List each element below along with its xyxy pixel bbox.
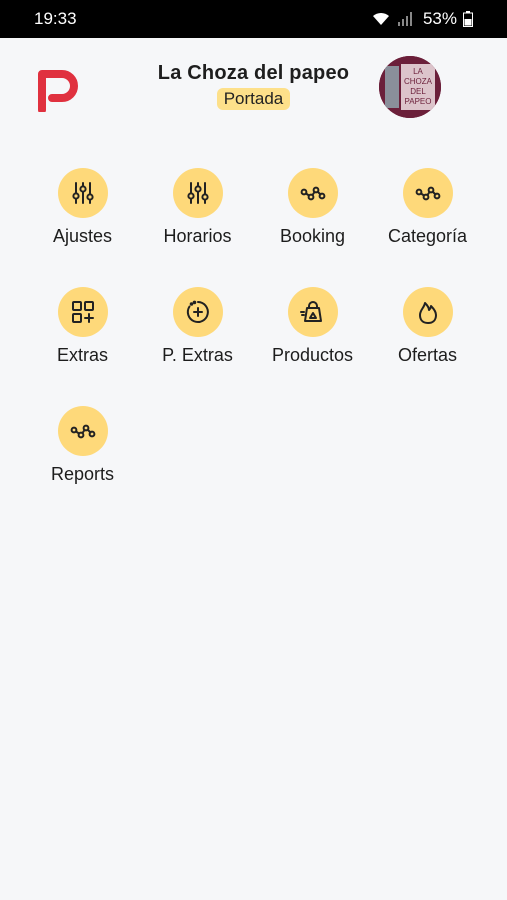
avatar-text-3: DEL xyxy=(410,87,426,96)
sliders-icon xyxy=(186,182,209,204)
menu-icon-bg xyxy=(57,168,108,218)
menu-icon-bg xyxy=(402,168,453,218)
menu-icon-bg xyxy=(172,168,223,218)
menu-label: P. Extras xyxy=(162,345,233,365)
menu-label: Categoría xyxy=(387,226,468,246)
menu-icon-bg xyxy=(57,406,108,456)
menu-label: Extras xyxy=(56,345,108,365)
nodes-icon xyxy=(300,186,325,201)
flame-icon xyxy=(418,302,437,324)
nodes-icon xyxy=(70,424,95,439)
nodes-icon xyxy=(415,186,440,201)
menu-item-reports[interactable]: Reports xyxy=(25,406,140,525)
menu-icon-bg xyxy=(57,287,108,337)
avatar-text-2: CHOZA xyxy=(404,77,433,86)
menu-label: Horarios xyxy=(163,226,232,246)
menu-icon-bg xyxy=(287,168,338,218)
menu-item-extras[interactable]: Extras xyxy=(25,287,140,406)
status-icons: 53% xyxy=(371,9,473,29)
circle-plus-icon xyxy=(186,300,209,323)
avatar-image: LA CHOZA DEL PAPEO xyxy=(379,56,441,118)
sliders-icon xyxy=(71,182,94,204)
status-time: 19:33 xyxy=(34,9,77,28)
menu-label: Productos xyxy=(271,345,354,365)
battery-icon xyxy=(463,11,473,27)
menu-icon-bg xyxy=(172,287,223,337)
menu-label: Reports xyxy=(50,464,115,484)
page-title: La Choza del papeo xyxy=(157,62,350,84)
bag-icon xyxy=(299,301,322,322)
status-bar: 19:33 53% xyxy=(0,0,507,38)
menu-item-p-extras[interactable]: P. Extras xyxy=(140,287,255,406)
avatar[interactable]: LA CHOZA DEL PAPEO xyxy=(379,56,441,118)
menu-label: Ofertas xyxy=(397,345,458,365)
wifi-icon xyxy=(372,12,389,25)
menu-grid: Ajustes Horarios Booking Categoría Extra… xyxy=(25,168,485,525)
avatar-text-1: LA xyxy=(413,67,423,76)
menu-label: Booking xyxy=(279,226,346,246)
menu-item-ajustes[interactable]: Ajustes xyxy=(25,168,140,287)
menu-item-booking[interactable]: Booking xyxy=(255,168,370,287)
menu-item-productos[interactable]: Productos xyxy=(255,287,370,406)
menu-item-categoria[interactable]: Categoría xyxy=(370,168,485,287)
battery-level: 53% xyxy=(422,9,457,28)
menu-icon-bg xyxy=(287,287,338,337)
menu-item-horarios[interactable]: Horarios xyxy=(140,168,255,287)
grid-add-icon xyxy=(71,301,94,323)
avatar-text-4: PAPEO xyxy=(405,97,432,106)
menu-icon-bg xyxy=(402,287,453,337)
signal-icon xyxy=(397,12,412,26)
app-header: La Choza del papeo Portada LA CHOZA DEL … xyxy=(0,38,507,130)
menu-item-ofertas[interactable]: Ofertas xyxy=(370,287,485,406)
section-badge: Portada xyxy=(216,88,291,110)
menu-label: Ajustes xyxy=(52,226,113,246)
